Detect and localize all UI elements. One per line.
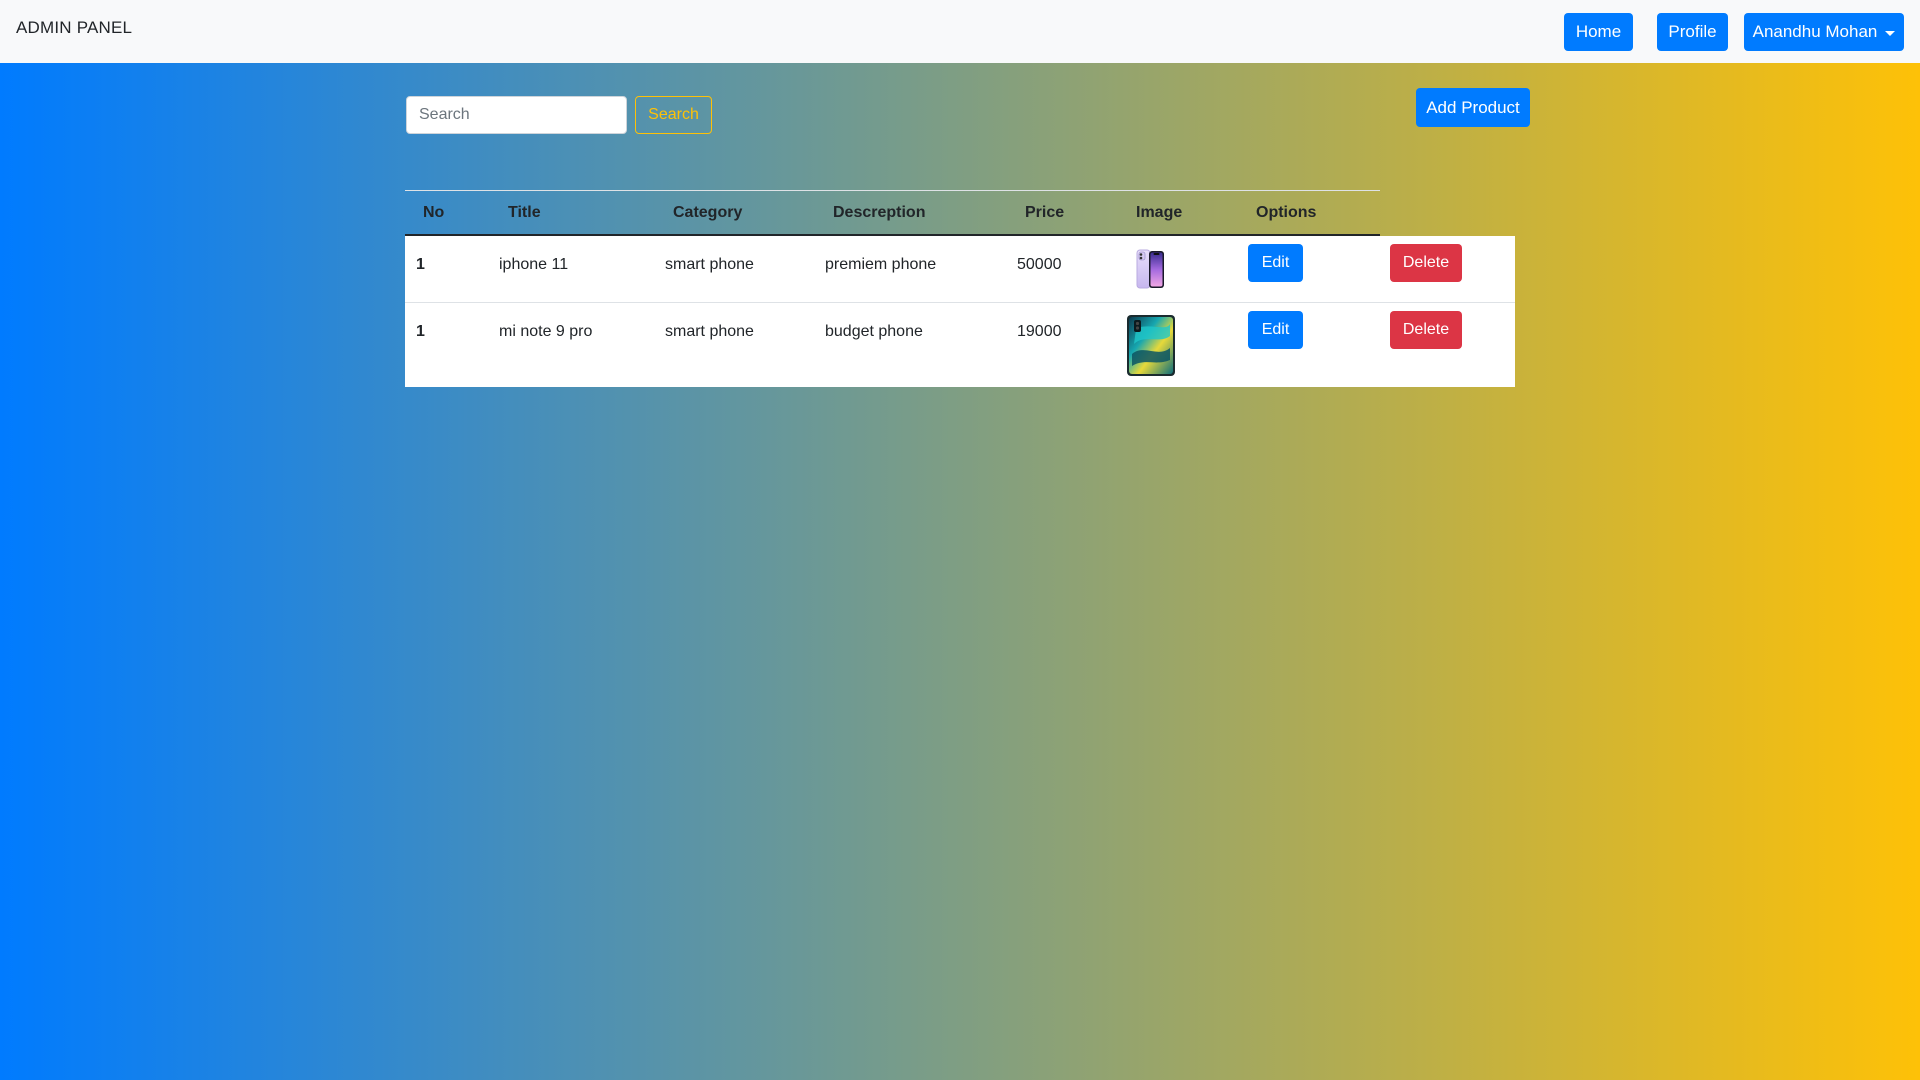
cell-no: 1 — [416, 256, 425, 273]
caret-down-icon — [1885, 30, 1896, 36]
cell-category: smart phone — [665, 256, 754, 273]
table-header: No Title Category Descreption Price Imag… — [405, 190, 1380, 236]
header-no: No — [423, 204, 445, 221]
cell-category: smart phone — [665, 323, 754, 340]
iphone-11-image — [1136, 249, 1164, 289]
cell-title: mi note 9 pro — [499, 323, 593, 340]
header-category: Category — [673, 204, 743, 221]
table-body: 1 iphone 11 smart phone premiem phone 50… — [405, 236, 1515, 387]
edit-button[interactable]: Edit — [1248, 311, 1303, 349]
delete-button[interactable]: Delete — [1390, 311, 1462, 349]
header-price: Price — [1025, 204, 1065, 221]
add-product-button[interactable]: Add Product — [1416, 88, 1530, 127]
delete-button[interactable]: Delete — [1390, 244, 1462, 282]
header-image: Image — [1136, 204, 1183, 221]
top-navbar: ADMIN PANEL Home Profile Anandhu Mohan — [0, 0, 1920, 63]
brand-title[interactable]: ADMIN PANEL — [16, 18, 132, 38]
edit-button[interactable]: Edit — [1248, 244, 1303, 282]
cell-description: premiem phone — [825, 256, 937, 273]
header-description: Descreption — [833, 204, 926, 221]
home-button[interactable]: Home — [1564, 13, 1633, 51]
user-name-label: Anandhu Mohan — [1752, 22, 1878, 41]
user-dropdown-button[interactable]: Anandhu Mohan — [1744, 13, 1904, 51]
cell-title: iphone 11 — [499, 256, 569, 273]
profile-button[interactable]: Profile — [1657, 13, 1728, 51]
header-options: Options — [1256, 204, 1317, 221]
table-row: 1 mi note 9 pro smart phone budget phone… — [405, 303, 1515, 387]
mi-note-9-pro-image — [1127, 315, 1175, 376]
search-input[interactable] — [406, 96, 627, 134]
search-button[interactable]: Search — [635, 96, 712, 134]
cell-price: 50000 — [1017, 256, 1062, 273]
table-row: 1 iphone 11 smart phone premiem phone 50… — [405, 236, 1515, 303]
cell-price: 19000 — [1017, 323, 1062, 340]
cell-description: budget phone — [825, 323, 923, 340]
header-title: Title — [508, 204, 541, 221]
cell-no: 1 — [416, 323, 425, 340]
